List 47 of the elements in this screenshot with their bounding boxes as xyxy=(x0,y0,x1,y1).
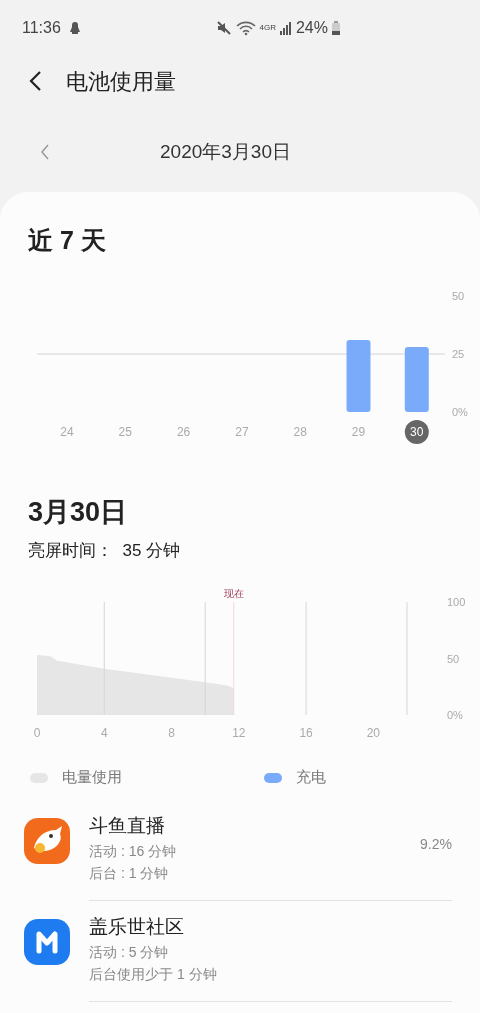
screen-time: 亮屏时间： 35 分钟 xyxy=(28,540,181,562)
axis-label: 50 xyxy=(447,652,460,664)
day-label[interactable]: 30 xyxy=(410,424,424,439)
previous-icon[interactable] xyxy=(40,143,50,161)
section-title: 近 7 天 xyxy=(28,225,106,256)
app-icon xyxy=(24,918,70,965)
axis-label: 100 xyxy=(447,595,466,608)
axis-label: 0% xyxy=(452,405,468,418)
axis-label: 4 xyxy=(100,725,108,740)
network-type: 4GR xyxy=(259,24,276,32)
section-title: 3月30日 xyxy=(28,495,128,529)
day-label[interactable]: 26 xyxy=(176,424,191,439)
now-label: 现在 xyxy=(223,587,244,599)
day-label[interactable]: 29 xyxy=(351,424,366,439)
mute-icon xyxy=(215,20,232,36)
axis-label: 12 xyxy=(232,725,246,740)
app-name: 斗鱼直播 xyxy=(89,813,166,838)
axis-label: 20 xyxy=(366,725,381,740)
page-title: 电池使用量 xyxy=(66,67,176,96)
day-label[interactable]: 28 xyxy=(293,424,307,439)
app-icon xyxy=(24,817,70,864)
battery-percent: 24% xyxy=(295,18,328,38)
signal-icon xyxy=(279,21,292,35)
notification-icon xyxy=(68,21,81,35)
axis-label: 0% xyxy=(447,708,463,721)
legend-label: 充电 xyxy=(296,767,326,788)
axis-label: 25 xyxy=(452,347,465,360)
date-label: 2020年3月30日 xyxy=(160,139,291,164)
battery-icon xyxy=(332,21,340,35)
app-name: 盖乐世社区 xyxy=(89,914,185,939)
usage-percent: 9.2% xyxy=(420,834,452,854)
axis-label: 8 xyxy=(168,725,175,740)
axis-label: 0 xyxy=(33,725,41,740)
back-icon[interactable] xyxy=(28,70,42,92)
usage-detail: 后台 : 1 分钟 xyxy=(89,863,170,883)
usage-detail: 活动 : 5 分钟 xyxy=(89,942,170,962)
selected-day-marker xyxy=(404,419,429,444)
day-label[interactable]: 27 xyxy=(235,424,249,439)
usage-detail: 活动 : 16 分钟 xyxy=(89,841,178,861)
wifi-icon xyxy=(235,20,256,36)
axis-label: 50 xyxy=(452,289,465,302)
day-label[interactable]: 24 xyxy=(60,424,74,439)
legend-label: 电量使用 xyxy=(62,767,122,788)
day-label[interactable]: 25 xyxy=(118,424,132,439)
status-time: 11:36 xyxy=(22,18,61,38)
axis-label: 16 xyxy=(299,725,313,740)
usage-detail: 后台使用少于 1 分钟 xyxy=(89,964,218,984)
